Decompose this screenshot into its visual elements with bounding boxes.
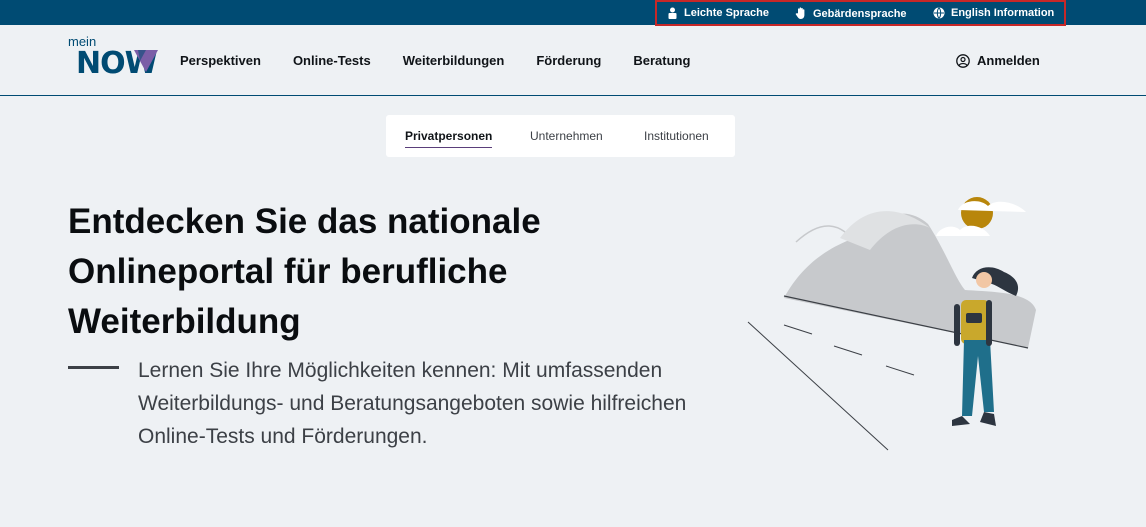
tab-institutionen[interactable]: Institutionen <box>644 129 709 143</box>
user-circle-icon <box>956 53 970 68</box>
hero-title: Entdecken Sie das nationale Onlineportal… <box>68 202 541 341</box>
hand-icon <box>795 7 805 20</box>
nav-item-foerderung[interactable]: Förderung <box>536 53 601 68</box>
login-label: Anmelden <box>977 53 1040 68</box>
tab-privatpersonen[interactable]: Privatpersonen <box>405 129 493 148</box>
main-navigation: Perspektiven Online-Tests Weiterbildunge… <box>180 53 722 68</box>
tab-privatpersonen-label: Privatpersonen <box>405 129 493 143</box>
nav-item-perspektiven[interactable]: Perspektiven <box>180 53 261 68</box>
globe-icon <box>933 7 945 19</box>
nav-item-online-tests[interactable]: Online-Tests <box>293 53 371 68</box>
easy-language-label: Leichte Sprache <box>684 7 769 19</box>
tab-unternehmen[interactable]: Unternehmen <box>530 129 603 143</box>
sign-language-label: Gebärdensprache <box>813 7 907 20</box>
login-button[interactable]: Anmelden <box>956 53 1040 68</box>
hero-divider <box>68 366 119 369</box>
hiker-illustration <box>747 197 1036 451</box>
hero-description: Lernen Sie Ihre Möglichkeiten kennen: Mi… <box>138 359 687 448</box>
english-information-link[interactable]: English Information <box>933 7 1054 19</box>
audience-tabs: Privatpersonen Unternehmen Institutionen <box>386 115 735 157</box>
mein-now-logo[interactable]: mein NOW <box>68 34 163 81</box>
site-header: mein NOW Perspektiven Online-Tests Weite… <box>0 26 1146 96</box>
sign-language-link[interactable]: Gebärdensprache <box>795 7 907 20</box>
logo-chevron-icon <box>134 50 158 72</box>
english-information-label: English Information <box>951 7 1055 19</box>
nav-item-weiterbildungen[interactable]: Weiterbildungen <box>403 53 505 68</box>
active-tab-indicator <box>405 147 493 148</box>
utility-links-group: Leichte Sprache Gebärdensprache English … <box>655 0 1066 26</box>
person-icon <box>668 7 677 19</box>
nav-item-beratung[interactable]: Beratung <box>633 53 690 68</box>
easy-language-link[interactable]: Leichte Sprache <box>667 7 769 19</box>
